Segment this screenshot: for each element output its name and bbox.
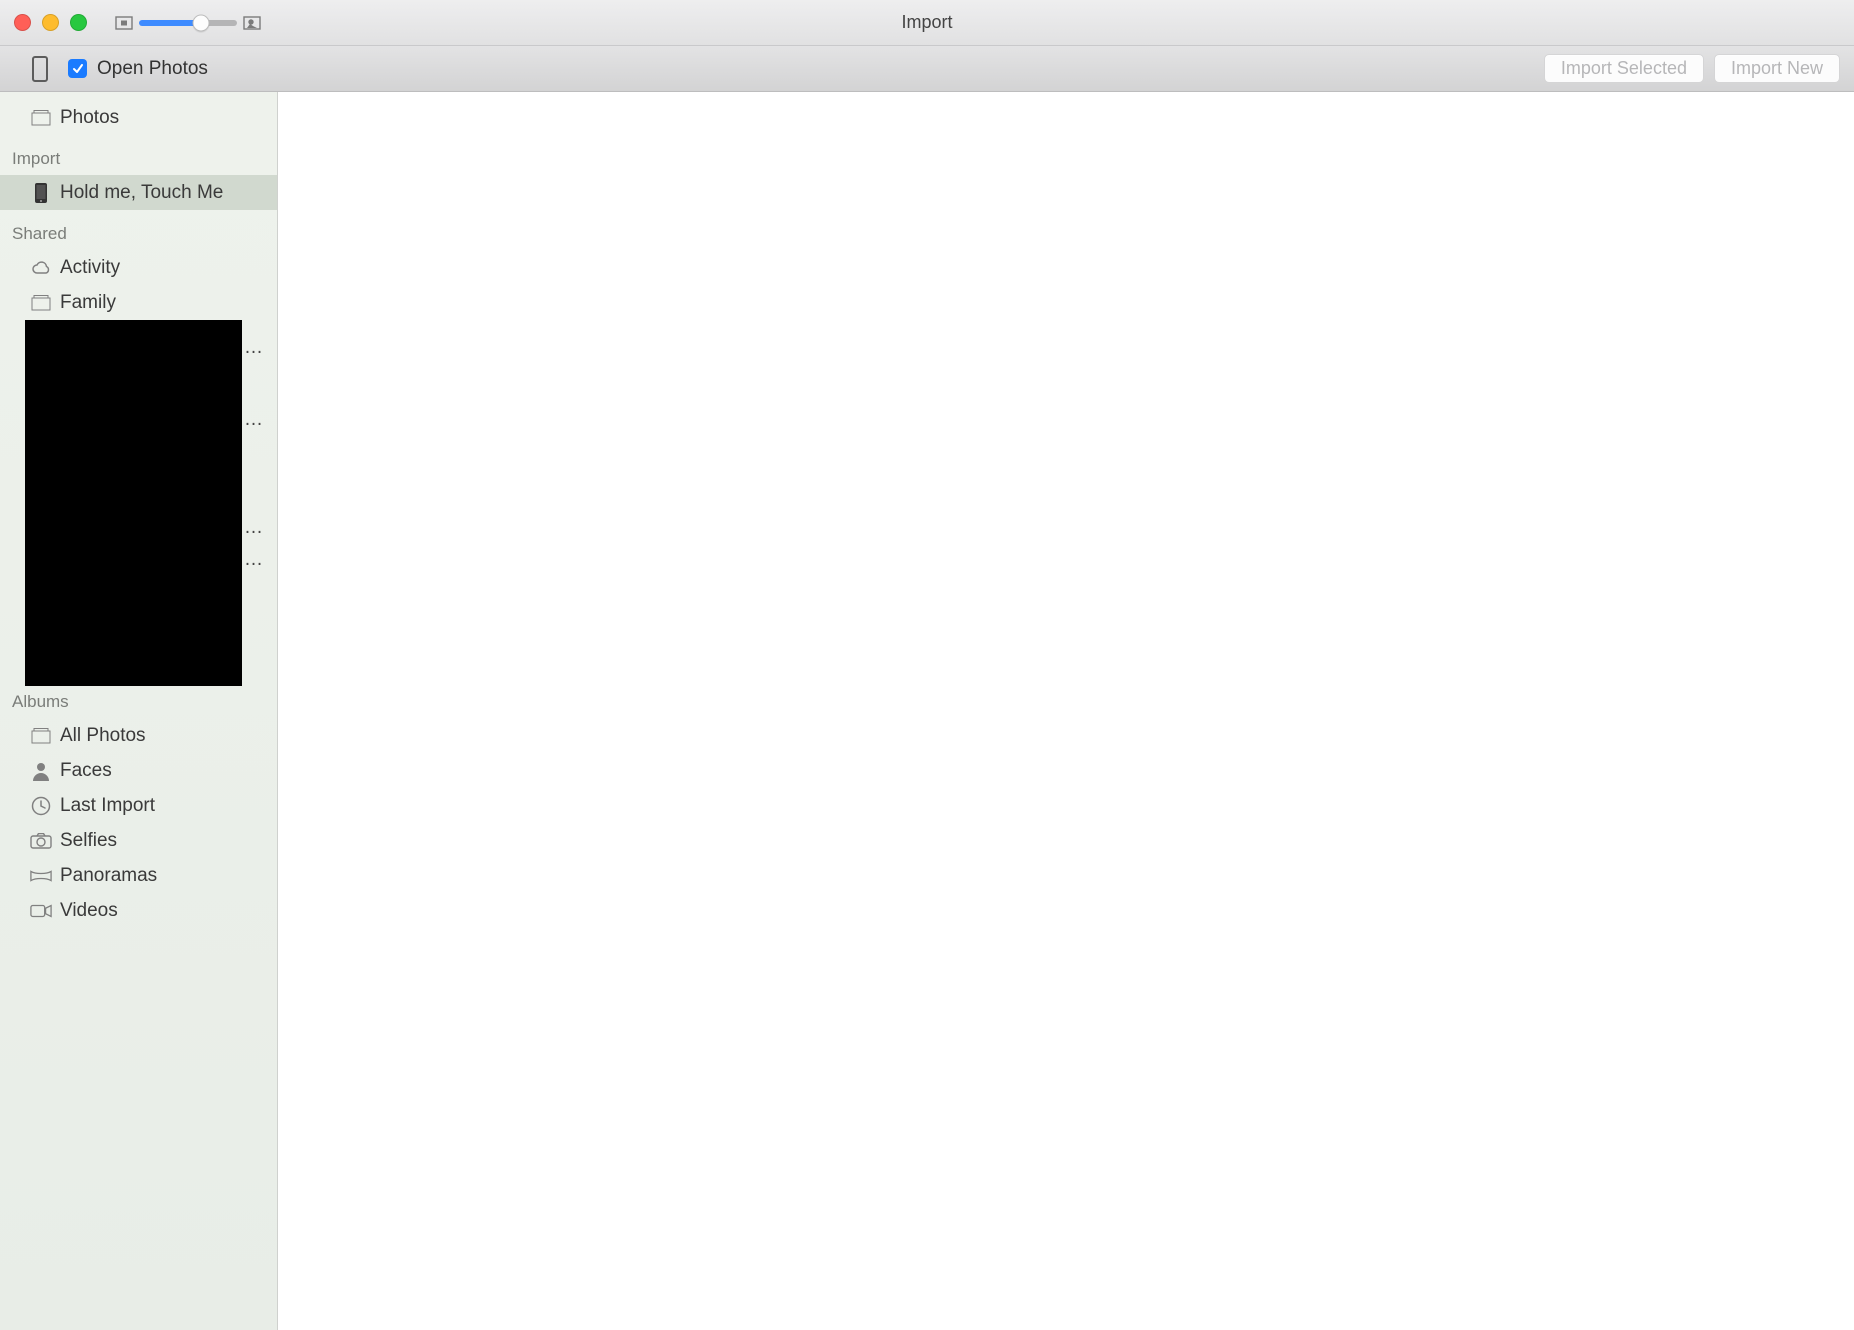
sidebar-item-label: Selfies bbox=[60, 830, 117, 852]
thumbnail-zoom-group bbox=[115, 16, 261, 30]
open-photos-label: Open Photos bbox=[97, 58, 208, 80]
zoom-out-icon[interactable] bbox=[115, 16, 133, 30]
sidebar-item-import-device[interactable]: Hold me, Touch Me bbox=[0, 175, 277, 210]
sidebar-item-family[interactable]: Family bbox=[0, 285, 277, 320]
device-icon bbox=[32, 56, 48, 82]
sidebar-item-all-photos[interactable]: All Photos bbox=[0, 718, 277, 753]
panorama-icon bbox=[30, 869, 52, 883]
sidebar-item-label: Last Import bbox=[60, 795, 155, 817]
sidebar-section-albums: Albums bbox=[0, 686, 277, 718]
sidebar-item-label: Faces bbox=[60, 760, 112, 782]
import-main-area bbox=[278, 92, 1854, 1330]
sidebar-item-label: Family bbox=[60, 292, 116, 314]
import-new-button[interactable]: Import New bbox=[1714, 54, 1840, 83]
window-title: Import bbox=[0, 0, 1854, 45]
sidebar-item-selfies[interactable]: Selfies bbox=[0, 823, 277, 858]
sidebar-item-photos[interactable]: Photos bbox=[0, 100, 277, 135]
zoom-in-icon[interactable] bbox=[243, 16, 261, 30]
window-body: Photos Import Hold me, Touch Me Shared A… bbox=[0, 92, 1854, 1330]
traffic-lights bbox=[0, 0, 87, 45]
zoom-window-button[interactable] bbox=[70, 14, 87, 31]
sidebar-redacted-area: … … … … bbox=[0, 320, 277, 686]
stack-icon bbox=[30, 728, 52, 744]
photos-library-icon bbox=[30, 110, 52, 126]
shared-album-icon bbox=[30, 295, 52, 311]
clock-icon bbox=[30, 796, 52, 816]
sidebar-item-label: Panoramas bbox=[60, 865, 157, 887]
truncated-text-ellipsis: … bbox=[244, 510, 263, 546]
sidebar-item-activity[interactable]: Activity bbox=[0, 250, 277, 285]
redacted-block bbox=[25, 320, 242, 686]
truncated-text-ellipsis: … bbox=[244, 330, 263, 366]
toolbar: Open Photos Import Selected Import New bbox=[0, 46, 1854, 92]
sidebar-section-import: Import bbox=[0, 143, 277, 175]
minimize-window-button[interactable] bbox=[42, 14, 59, 31]
sidebar-item-label: Activity bbox=[60, 257, 120, 279]
sidebar-item-label: All Photos bbox=[60, 725, 146, 747]
sidebar-item-videos[interactable]: Videos bbox=[0, 893, 277, 928]
sidebar: Photos Import Hold me, Touch Me Shared A… bbox=[0, 92, 278, 1330]
sidebar-item-faces[interactable]: Faces bbox=[0, 753, 277, 788]
open-photos-checkbox[interactable] bbox=[68, 59, 87, 78]
person-icon bbox=[30, 761, 52, 781]
sidebar-item-panoramas[interactable]: Panoramas bbox=[0, 858, 277, 893]
truncated-text-ellipsis: … bbox=[244, 402, 263, 438]
titlebar: Import bbox=[0, 0, 1854, 46]
camera-icon bbox=[30, 833, 52, 849]
truncated-text-ellipsis: … bbox=[244, 542, 263, 578]
sidebar-section-shared: Shared bbox=[0, 218, 277, 250]
phone-icon bbox=[30, 182, 52, 204]
thumbnail-zoom-slider[interactable] bbox=[139, 20, 237, 26]
sidebar-item-label: Photos bbox=[60, 107, 119, 129]
sidebar-item-last-import[interactable]: Last Import bbox=[0, 788, 277, 823]
sidebar-item-label: Videos bbox=[60, 900, 118, 922]
close-window-button[interactable] bbox=[14, 14, 31, 31]
cloud-icon bbox=[30, 260, 52, 276]
import-selected-button[interactable]: Import Selected bbox=[1544, 54, 1704, 83]
video-icon bbox=[30, 904, 52, 918]
sidebar-item-label: Hold me, Touch Me bbox=[60, 182, 223, 204]
